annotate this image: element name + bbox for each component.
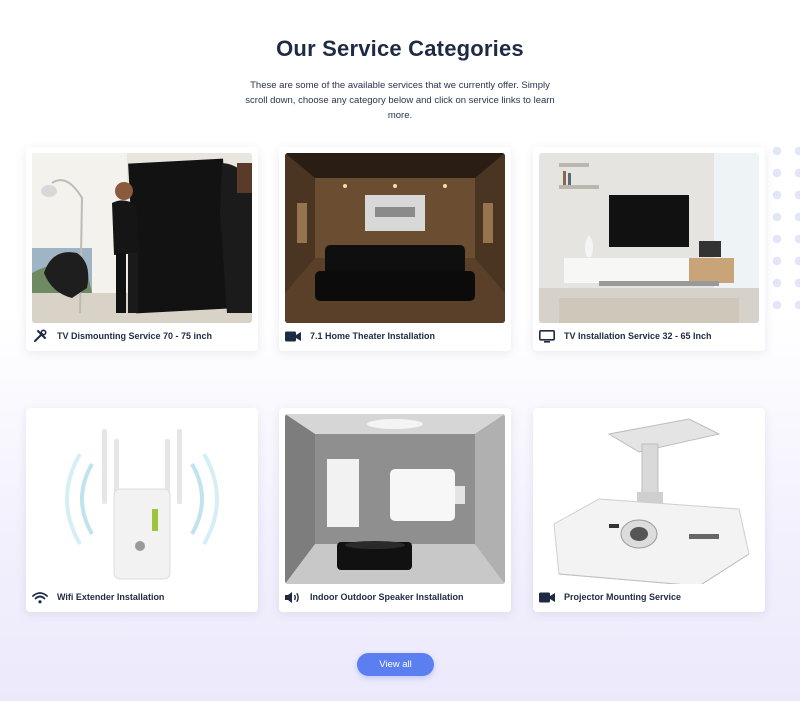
category-label-row: Indoor Outdoor Speaker Installation xyxy=(285,587,464,607)
video-camera-icon xyxy=(285,329,301,343)
home-theater-room-photo xyxy=(285,153,505,323)
category-label-row: TV Installation Service 32 - 65 Inch xyxy=(539,326,712,346)
video-camera-icon xyxy=(539,590,555,604)
category-title[interactable]: TV Installation Service 32 - 65 Inch xyxy=(564,331,712,341)
category-title[interactable]: 7.1 Home Theater Installation xyxy=(310,331,435,341)
category-card-wifi-extender[interactable]: Wifi Extender Installation xyxy=(26,408,258,612)
category-title[interactable]: Indoor Outdoor Speaker Installation xyxy=(310,592,464,602)
category-card-projector-mounting[interactable]: Projector Mounting Service xyxy=(533,408,765,612)
wifi-extender-photo xyxy=(32,414,252,584)
tools-icon xyxy=(32,329,48,343)
category-label-row: Projector Mounting Service xyxy=(539,587,681,607)
living-room-tv-photo xyxy=(539,153,759,323)
view-all-button[interactable]: View all xyxy=(357,653,434,676)
speaker-icon xyxy=(285,590,301,604)
category-label-row: TV Dismounting Service 70 - 75 inch xyxy=(32,326,212,346)
section-description: These are some of the available services… xyxy=(245,80,555,121)
category-card-home-theater[interactable]: 7.1 Home Theater Installation xyxy=(279,147,511,351)
men-carrying-tv-photo xyxy=(32,153,252,323)
category-label-row: Wifi Extender Installation xyxy=(32,587,164,607)
category-title[interactable]: Wifi Extender Installation xyxy=(57,592,164,602)
category-card-speaker-installation[interactable]: Indoor Outdoor Speaker Installation xyxy=(279,408,511,612)
category-title[interactable]: TV Dismounting Service 70 - 75 inch xyxy=(57,331,212,341)
section-title: Our Service Categories xyxy=(276,36,524,61)
category-card-tv-dismounting[interactable]: TV Dismounting Service 70 - 75 inch xyxy=(26,147,258,351)
wifi-icon xyxy=(32,590,48,604)
category-title[interactable]: Projector Mounting Service xyxy=(564,592,681,602)
speaker-room-photo xyxy=(285,414,505,584)
category-label-row: 7.1 Home Theater Installation xyxy=(285,326,435,346)
monitor-icon xyxy=(539,329,555,343)
category-card-tv-installation[interactable]: TV Installation Service 32 - 65 Inch xyxy=(533,147,765,351)
ceiling-projector-photo xyxy=(539,414,759,584)
